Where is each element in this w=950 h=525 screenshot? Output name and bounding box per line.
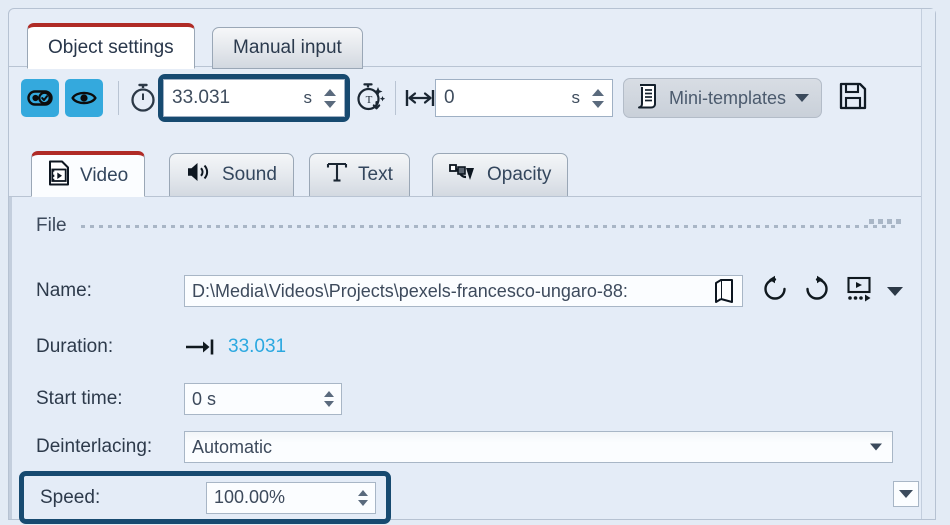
time-input-unit: s — [303, 88, 313, 107]
object-toolbar: 33.031 s T 0 s Mini-templates — [9, 67, 935, 129]
speed-spinner[interactable] — [356, 489, 375, 506]
floppy-disk-icon — [838, 81, 868, 116]
time-input-value: 33.031 — [172, 87, 231, 108]
app-window: Object settings Manual input 33.031 s T … — [0, 0, 950, 525]
spinner-up-icon[interactable] — [592, 88, 604, 96]
preview-play-icon[interactable] — [845, 275, 873, 308]
span-input-unit: s — [571, 88, 581, 107]
speed-input[interactable]: 100.00% — [206, 481, 376, 514]
spinner-up-icon[interactable] — [358, 489, 368, 496]
start-time-input[interactable]: 0 s — [184, 383, 342, 415]
span-spinner[interactable] — [590, 88, 612, 108]
opacity-curve-icon — [449, 160, 477, 190]
duration-value: 33.031 — [228, 336, 287, 357]
toolbar-divider-2 — [395, 81, 396, 115]
group-divider — [80, 224, 897, 228]
deinterlacing-row: Deinterlacing: Automatic — [36, 431, 903, 463]
time-input[interactable]: 33.031 s — [163, 79, 345, 117]
top-tab-strip: Object settings Manual input — [9, 9, 935, 69]
file-group-header: File — [36, 215, 897, 237]
chevron-down-icon[interactable] — [870, 443, 882, 451]
save-button[interactable] — [836, 81, 870, 115]
horizontal-span-icon — [405, 81, 435, 115]
tab-video-label: Video — [80, 164, 129, 186]
speaker-icon — [186, 160, 212, 190]
name-input[interactable]: D:\Media\Videos\Projects\pexels-francesc… — [184, 275, 743, 307]
spinner-down-icon[interactable] — [324, 100, 336, 108]
enable-object-toggle-button[interactable] — [21, 79, 59, 117]
duration-row: Duration: 33.031 — [36, 331, 903, 363]
spinner-down-icon[interactable] — [358, 499, 368, 506]
duration-label: Duration: — [36, 336, 114, 357]
stopwatch-sparkle-icon[interactable]: T — [356, 81, 386, 115]
window-frame: Object settings Manual input 33.031 s T … — [8, 8, 936, 524]
speed-label: Speed: — [40, 486, 101, 508]
file-group-title: File — [36, 215, 67, 236]
speed-value: 100.00% — [214, 487, 286, 507]
spinner-down-icon[interactable] — [592, 100, 604, 108]
rotate-clockwise-icon[interactable] — [803, 275, 831, 308]
tab-video[interactable]: Video — [31, 151, 146, 197]
chevron-down-icon — [899, 490, 913, 498]
name-row: Name: D:\Media\Videos\Projects\pexels-fr… — [36, 275, 903, 307]
span-input-value: 0 — [444, 87, 455, 108]
deinterlacing-value: Automatic — [192, 436, 273, 457]
group-header-dots — [869, 219, 901, 224]
tab-opacity[interactable]: Opacity — [432, 153, 569, 197]
toggle-switch-check-icon — [27, 88, 53, 108]
arrow-to-end-icon — [184, 337, 218, 357]
mini-templates-button[interactable]: Mini-templates — [623, 78, 823, 118]
eye-icon — [71, 88, 97, 108]
spinner-down-icon[interactable] — [324, 401, 334, 407]
name-options-chevron-down-icon[interactable] — [887, 286, 903, 296]
toolbar-divider-1 — [118, 81, 119, 115]
document-list-icon — [636, 83, 660, 114]
tab-sound[interactable]: Sound — [169, 153, 294, 197]
tab-object-settings-label: Object settings — [48, 36, 174, 58]
tab-text[interactable]: Text — [309, 153, 410, 197]
category-tab-strip: Video Sound Text Opacity — [9, 129, 935, 197]
start-time-row: Start time: 0 s — [36, 383, 903, 415]
visibility-toggle-button[interactable] — [65, 79, 103, 117]
scrollbar-down-button[interactable] — [893, 481, 919, 507]
stopwatch-icon — [128, 81, 158, 115]
tab-opacity-label: Opacity — [487, 164, 552, 185]
deinterlacing-select[interactable]: Automatic — [184, 431, 893, 463]
time-field-highlight: 33.031 s — [158, 74, 350, 122]
open-folder-icon[interactable] — [714, 278, 738, 306]
chevron-down-icon[interactable] — [795, 94, 810, 102]
tab-manual-input-label: Manual input — [233, 37, 342, 58]
rotate-counterclockwise-icon[interactable] — [761, 275, 789, 308]
tab-manual-input[interactable]: Manual input — [212, 27, 363, 69]
text-t-icon — [326, 160, 348, 190]
tab-sound-label: Sound — [222, 164, 277, 185]
name-input-value: D:\Media\Videos\Projects\pexels-francesc… — [192, 280, 628, 301]
time-spinner[interactable] — [322, 88, 344, 108]
tab-object-settings[interactable]: Object settings — [27, 23, 195, 69]
deinterlacing-label: Deinterlacing: — [36, 436, 153, 457]
svg-text:T: T — [366, 94, 373, 106]
start-time-spinner[interactable] — [322, 391, 341, 407]
mini-templates-label: Mini-templates — [669, 87, 787, 108]
tab-text-label: Text — [358, 164, 393, 185]
spinner-up-icon[interactable] — [324, 88, 336, 96]
vertical-scrollbar[interactable] — [921, 9, 935, 519]
spinner-up-icon[interactable] — [324, 391, 334, 397]
start-time-value: 0 s — [192, 388, 217, 409]
name-label: Name: — [36, 280, 92, 301]
start-time-label: Start time: — [36, 388, 123, 409]
span-input[interactable]: 0 s — [435, 79, 613, 117]
video-file-icon — [48, 160, 70, 192]
speed-row-highlight: Speed: 100.00% — [19, 471, 391, 524]
